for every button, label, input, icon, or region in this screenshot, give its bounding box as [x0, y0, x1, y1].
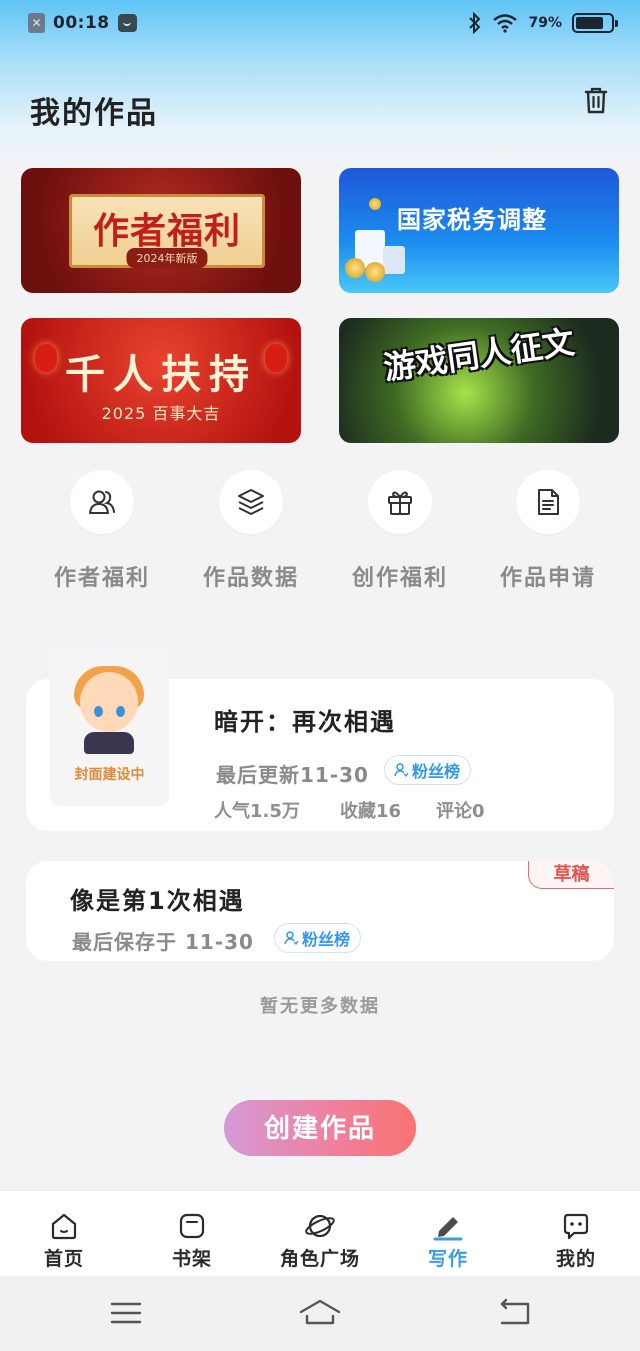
work-updated: 最后更新11-30: [216, 763, 369, 787]
cover-illustration-body: [84, 732, 134, 754]
action-work-data[interactable]: 作品数据: [186, 470, 316, 592]
tab-mine[interactable]: 我的: [512, 1191, 640, 1277]
action-label: 作品数据: [202, 566, 299, 591]
tab-character-square[interactable]: 角色广场: [256, 1191, 384, 1277]
banner-game-fanfic[interactable]: 游戏同人征文: [339, 318, 619, 443]
users-icon: [70, 470, 134, 534]
wifi-icon: [493, 14, 518, 33]
home-icon: [47, 1209, 81, 1243]
fans-ranking-badge[interactable]: 粉丝榜: [274, 923, 362, 953]
message-icon: [117, 14, 137, 32]
banner-scroll: 作者福利 2024年新版: [69, 194, 265, 268]
page-title: 我的作品: [30, 96, 158, 131]
cover-label: 封面建设中: [74, 767, 145, 783]
trash-icon[interactable]: [580, 84, 612, 116]
work-favorites: 收藏16: [340, 801, 402, 822]
banner-title: 国家税务调整: [397, 206, 547, 234]
tab-label: 角色广场: [279, 1248, 360, 1270]
action-label: 创作福利: [351, 566, 448, 591]
user-icon: [284, 931, 299, 946]
system-navigation-bar: [0, 1276, 640, 1351]
fans-badge-label: 粉丝榜: [302, 930, 351, 949]
status-bar: ✕ 00:18 79%: [0, 0, 640, 52]
draft-saved-time: 最后保存于 11-30: [72, 930, 254, 954]
coin-icon: [365, 262, 385, 282]
action-creation-welfare[interactable]: 创作福利: [335, 470, 465, 592]
calculator-illustration: [383, 246, 405, 274]
action-author-welfare[interactable]: 作者福利: [37, 470, 167, 592]
banner-thousand-support[interactable]: 千人扶持 2025 百事大吉: [21, 318, 301, 443]
tab-home[interactable]: 首页: [0, 1191, 128, 1277]
bookshelf-icon: [175, 1209, 209, 1243]
document-icon: [516, 470, 580, 534]
chat-icon: [559, 1209, 593, 1243]
coin-icon: [369, 198, 381, 210]
work-popularity: 人气1.5万: [214, 801, 300, 822]
action-label: 作者福利: [53, 566, 150, 591]
create-work-button[interactable]: 创建作品: [224, 1100, 416, 1156]
banner-title: 千人扶持: [65, 352, 257, 398]
work-cover[interactable]: 封面建设中: [50, 648, 169, 806]
tab-label: 我的: [555, 1248, 596, 1270]
fans-ranking-badge[interactable]: 粉丝榜: [384, 755, 472, 785]
cover-illustration-eye: [94, 706, 103, 717]
banner-title: 游戏同人征文: [381, 322, 577, 388]
battery-level: [576, 17, 603, 29]
gift-icon: [368, 470, 432, 534]
banner-subtitle: 2024年新版: [126, 248, 208, 268]
fans-badge-label: 粉丝榜: [412, 762, 461, 781]
no-more-data-text: 暂无更多数据: [260, 996, 380, 1017]
cover-illustration-eye: [116, 706, 125, 717]
action-label: 作品申请: [499, 566, 596, 591]
status-time: 00:18: [53, 13, 110, 33]
back-icon[interactable]: [494, 1296, 534, 1330]
banner-author-welfare[interactable]: 作者福利 2024年新版: [21, 168, 301, 293]
tab-bookshelf[interactable]: 书架: [128, 1191, 256, 1277]
work-title[interactable]: 暗开：再次相遇: [214, 702, 396, 737]
user-icon: [394, 763, 409, 778]
menu-icon[interactable]: [106, 1296, 146, 1330]
home-nav-icon[interactable]: [298, 1296, 342, 1330]
battery-percentage: 79%: [528, 15, 562, 31]
tab-label: 写作: [427, 1248, 468, 1270]
battery-icon: [572, 13, 618, 33]
bluetooth-icon: [469, 12, 481, 34]
pen-icon: [431, 1209, 465, 1243]
draft-tag: 草稿: [528, 861, 614, 889]
coin-icon: [345, 258, 365, 278]
app-notification-icon: ✕: [28, 13, 45, 33]
work-comments: 评论0: [436, 801, 485, 822]
tab-label: 书架: [171, 1248, 212, 1270]
layers-icon: [219, 470, 283, 534]
banner-tax-adjustment[interactable]: 国家税务调整: [339, 168, 619, 293]
banner-subtitle: 2025 百事大吉: [101, 404, 221, 423]
planet-icon: [303, 1209, 337, 1243]
cover-illustration-face: [80, 672, 138, 732]
action-work-application[interactable]: 作品申请: [483, 470, 613, 592]
bottom-tab-bar: 首页 书架 角色广场 写作 我的: [0, 1190, 640, 1276]
draft-title[interactable]: 像是第1次相遇: [70, 881, 245, 916]
banner-title: 作者福利: [92, 211, 241, 252]
tab-writing[interactable]: 写作: [384, 1191, 512, 1277]
tab-label: 首页: [43, 1248, 84, 1270]
